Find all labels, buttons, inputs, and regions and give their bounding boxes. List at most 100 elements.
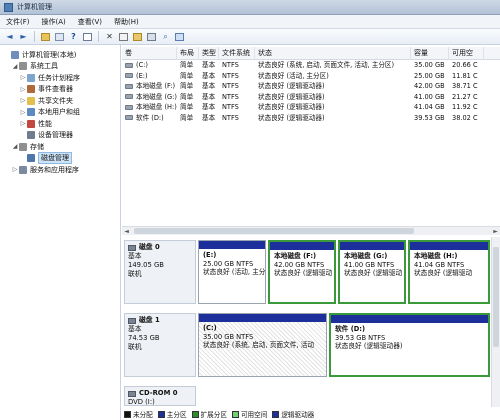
partition-status: 状态良好 (逻辑驱动 [274,269,333,277]
column-header[interactable]: 可用空 [449,47,484,60]
details-icon[interactable] [174,31,185,42]
tree-node[interactable]: ◢ 存储 [0,141,120,153]
scroll-thumb[interactable] [493,247,499,347]
expand-arrow-icon[interactable]: ◢ [11,143,19,150]
column-header[interactable]: 卷 [122,47,177,60]
users-icon [27,108,35,117]
scroll-right-icon[interactable]: ► [491,227,500,236]
disk-info[interactable]: CD-ROM 0 DVD (I:) [124,386,196,406]
tree-node[interactable]: 磁盘管理 [0,152,120,165]
partition-status: 状态良好 (逻辑驱动 [344,269,403,277]
table-row[interactable]: 本地磁盘 (G:) 简单 基本 NTFS 状态良好 (逻辑驱动器) 41.00 GB 21.… [122,92,500,103]
table-cell: 20.66 C [452,61,478,69]
tree-node[interactable]: ▷ 任务计划程序 [0,72,120,84]
legend-swatch [124,410,131,418]
table-cell: (C:) [122,60,177,71]
partition[interactable]: 本地磁盘 (H:) 41.04 GB NTFS 状态良好 (逻辑驱动 [408,240,490,304]
navigation-tree: 计算机管理(本地) ◢ 系统工具 ▷ 任务计划程序 ▷ 事件查看器 ▷ 共享文件夹 ▷ 本地用户和组… [0,45,121,420]
column-header[interactable]: 状态 [255,47,411,60]
table-cell: 状态良好 (逻辑驱动器) [258,92,325,101]
partition-type-bar [199,314,326,322]
tree-node-label: 共享文件夹 [38,96,73,105]
tree-node-label: 本地用户和组 [38,108,80,117]
show-tree-icon[interactable] [54,31,65,42]
scroll-thumb[interactable] [134,228,414,234]
table-row[interactable]: 本地磁盘 (H:) 简单 基本 NTFS 状态良好 (逻辑驱动器) 41.04 GB 11.… [122,102,500,113]
tree-node[interactable]: ◢ 系统工具 [0,61,120,73]
table-cell: NTFS [222,103,239,111]
expand-arrow-icon[interactable]: ▷ [19,86,27,93]
menu-item[interactable]: 操作(A) [42,17,66,27]
legend-item: 未分配 [124,409,153,419]
partition[interactable]: 本地磁盘 (G:) 41.00 GB NTFS 状态良好 (逻辑驱动 [338,240,406,304]
column-header[interactable]: 布局 [177,47,199,60]
performance-icon [27,119,35,128]
legend-label: 扩展分区 [200,411,227,419]
console-icon[interactable] [82,31,93,42]
table-row[interactable]: 软件 (D:) 简单 基本 NTFS 状态良好 (逻辑驱动器) 39.53 GB 38.02… [122,113,500,124]
up-icon[interactable] [40,31,51,42]
expand-arrow-icon[interactable]: ▷ [19,74,27,81]
table-cell: 25.00 GB [414,71,445,80]
forward-icon[interactable]: ► [18,31,29,42]
menu-item[interactable]: 帮助(H) [114,17,139,27]
partition-size: 41.04 GB NTFS [414,260,465,269]
tree-node[interactable]: ▷ 服务和应用程序 [0,164,120,176]
expand-arrow-icon[interactable]: ◢ [11,63,19,70]
table-cell: 简单 [180,103,194,111]
back-icon[interactable]: ◄ [4,31,15,42]
delete-icon[interactable]: ✕ [104,31,115,42]
open-icon[interactable] [132,31,143,42]
tree-node[interactable]: 设备管理器 [0,130,120,142]
disk-icon [128,390,136,397]
scroll-left-icon[interactable]: ◄ [122,227,131,236]
tree-node[interactable]: ▷ 本地用户和组 [0,107,120,119]
tree-node[interactable]: ▷ 共享文件夹 [0,95,120,107]
column-header[interactable]: 类型 [199,47,219,60]
disk-name: CD-ROM 0 [128,389,192,398]
table-cell: 简单 [180,82,194,90]
column-header[interactable]: 容量 [411,47,449,60]
help-icon[interactable]: ? [68,31,79,42]
disk-management-icon [27,154,35,163]
partition-type-bar [340,242,404,250]
rescan-icon[interactable] [146,31,157,42]
expand-arrow-icon[interactable]: ▷ [11,166,19,173]
tree-node-label: 计算机管理(本地) [22,50,77,59]
partition-list: (C:) 35.00 GB NTFS 状态良好 (系统, 启动, 页面文件, 活动软… [198,313,490,377]
table-row[interactable]: (E:) 简单 基本 NTFS 状态良好 (活动, 主分区) 25.00 GB 11.81 … [122,71,500,82]
table-cell: 状态良好 (逻辑驱动器) [258,82,325,90]
partition[interactable]: (C:) 35.00 GB NTFS 状态良好 (系统, 启动, 页面文件, 活动 [198,313,327,377]
tree-node[interactable]: ▷ 事件查看器 [0,84,120,96]
menu-item[interactable]: 文件(F) [6,17,30,27]
menu-item[interactable]: 查看(V) [78,17,102,27]
table-cell: 41.04 GB [414,103,445,111]
legend-swatch [157,410,165,418]
expand-arrow-icon[interactable]: ▷ [19,120,27,127]
partition[interactable]: 软件 (D:) 39.53 GB NTFS 状态良好 (逻辑驱动器) [329,313,490,377]
tree-node[interactable]: ▷ 性能 [0,118,120,130]
table-row[interactable]: 本地磁盘 (F:) 简单 基本 NTFS 状态良好 (逻辑驱动器) 42.00 GB 38.… [122,81,500,92]
vertical-scrollbar[interactable] [491,237,500,407]
tree-node-label: 服务和应用程序 [30,165,79,174]
tree-node[interactable]: 计算机管理(本地) [0,49,120,61]
partition-list: (E:)25.00 GB NTFS状态良好 (活动, 主分区)本地磁盘 (F:)… [198,240,490,304]
partition[interactable]: 本地磁盘 (F:) 42.00 GB NTFS 状态良好 (逻辑驱动 [268,240,336,304]
disk-size: 74.53 GB [128,334,160,342]
properties-icon[interactable] [118,31,129,42]
table-cell: 简单 [180,113,194,122]
table-row[interactable]: (C:) 简单 基本 NTFS 状态良好 (系统, 启动, 页面文件, 活动, 主分区)… [122,60,500,71]
disk-map: 磁盘 0 基本 149.05 GB 联机 (E:) 25.00 GB NTFS 状态良好 (… [122,237,500,407]
expand-arrow-icon[interactable]: ▷ [19,109,27,116]
disk-title: 磁盘 1 [139,316,160,324]
legend-item: 逻辑驱动器 [272,409,314,419]
search-icon[interactable]: ⌕ [160,31,171,42]
disk-info[interactable]: 磁盘 1 基本 74.53 GB 联机 [124,313,196,377]
partition-title: 本地磁盘 (G:) [344,252,388,260]
partition[interactable]: (E:)25.00 GB NTFS状态良好 (活动, 主分区) [198,240,266,304]
horizontal-scrollbar[interactable]: ◄ ► [122,226,500,235]
disk-info[interactable]: 磁盘 0 基本 149.05 GB 联机 [124,240,196,304]
column-header[interactable]: 文件系统 [219,47,255,60]
expand-arrow-icon[interactable]: ▷ [19,97,27,104]
disk-row: 磁盘 1 基本 74.53 GB 联机 (C:) 35.00 GB NTFS 状态良好 (系… [124,313,490,377]
